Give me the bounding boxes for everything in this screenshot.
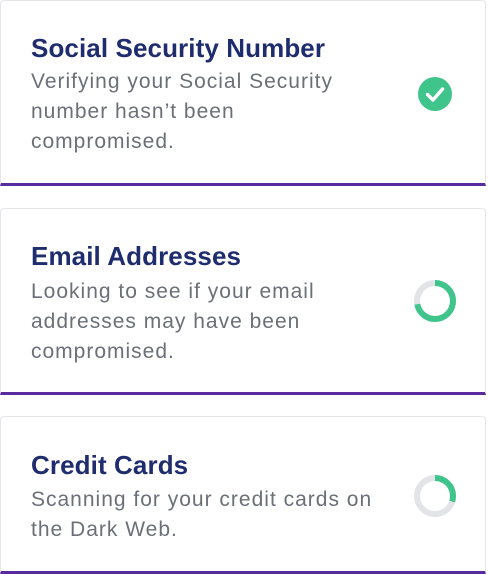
card-title: Social Security Number: [31, 33, 326, 63]
card-title: Email Addresses: [31, 241, 242, 271]
scan-card-email-addresses: Email Addresses Looking to see if your e…: [0, 208, 486, 395]
progress-ring-icon: [411, 277, 459, 325]
card-description: Scanning for your credit cards on the Da…: [31, 488, 373, 541]
card-description: Verifying your Social Security number ha…: [31, 70, 333, 153]
scan-card-social-security: Social Security Number Verifying your So…: [0, 0, 486, 186]
scan-card-credit-cards: Credit Cards Scanning for your credit ca…: [0, 416, 486, 574]
check-circle-icon: [411, 70, 459, 118]
card-title: Credit Cards: [31, 450, 189, 480]
card-description: Looking to see if your email addresses m…: [31, 280, 315, 363]
progress-ring-icon: [411, 472, 459, 520]
